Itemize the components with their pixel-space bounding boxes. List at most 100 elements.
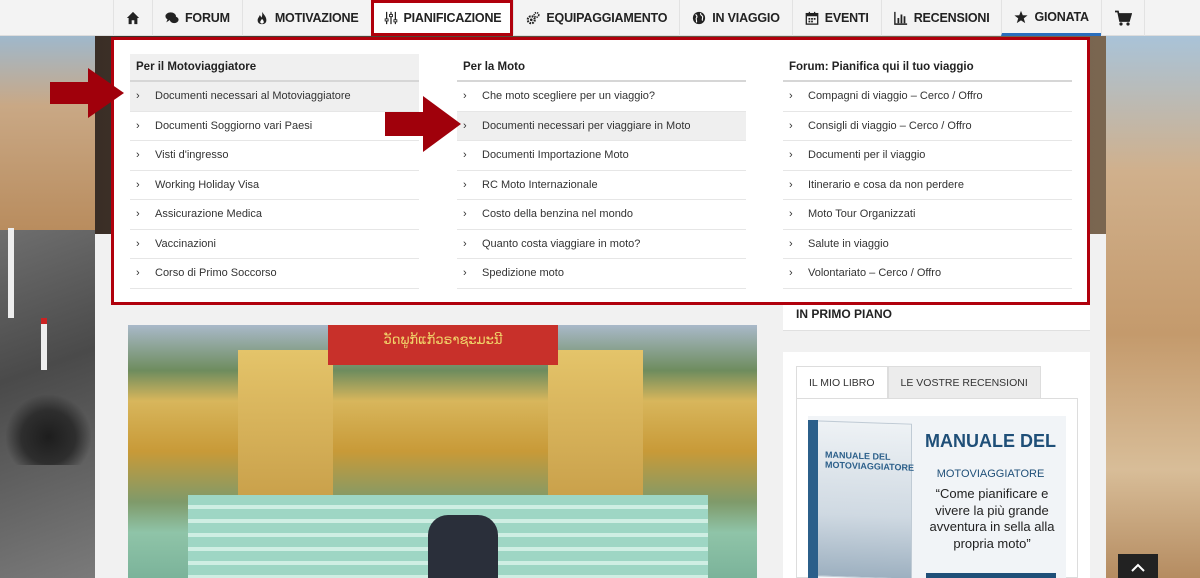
menu-item[interactable]: › Documenti Soggiorno vari Paesi [130, 112, 419, 141]
chevron-right-icon: › [463, 237, 467, 250]
menu-column-motoviaggiatore: Per il Motoviaggiatore › Documenti necess… [130, 54, 419, 289]
menu-item[interactable]: › Corso di Primo Soccorso [130, 259, 419, 289]
nav-pianificazione[interactable]: PIANIFICAZIONE [370, 0, 514, 36]
chevron-right-icon: › [463, 267, 467, 280]
menu-column-title: Per il Motoviaggiatore [130, 54, 419, 82]
background-photo-right [1090, 36, 1200, 578]
book-subtitle: MOTOVIAGGIATORE [936, 468, 1045, 480]
chevron-right-icon: › [136, 119, 140, 132]
nav-gionata[interactable]: GIONATA [1001, 0, 1101, 36]
menu-item[interactable]: › Documenti Importazione Moto [457, 141, 746, 171]
chevron-right-icon: › [463, 119, 467, 132]
main-navigation: FORUM MOTIVAZIONE PIANIFICAZIONE EQUIPAG… [0, 0, 1200, 36]
menu-item[interactable]: › Working Holiday Visa [130, 171, 419, 200]
chevron-right-icon: › [789, 90, 793, 103]
menu-item[interactable]: › Quanto costa viaggiare in moto? [457, 230, 746, 259]
menu-column-moto: Per la Moto › Che moto scegliere per un v… [457, 54, 746, 289]
road-post [8, 228, 14, 318]
nav-label: RECENSIONI [913, 11, 990, 25]
article-image[interactable]: ວັດພູກ້ແກ້ວຣາຊະມະນີ [128, 325, 757, 578]
mega-menu: Per il Motoviaggiatore › Documenti necess… [111, 37, 1090, 305]
menu-item[interactable]: › RC Moto Internazionale [457, 171, 746, 200]
road-post [41, 318, 47, 370]
home-icon [126, 11, 140, 25]
book-banner[interactable]: MANUALE DEL MOTOVIAGGIATORE MANUALE DEL … [808, 416, 1066, 578]
chevron-right-icon: › [136, 267, 140, 280]
back-to-top-button[interactable] [1118, 554, 1158, 578]
menu-item-label: Costo della benzina nel mondo [482, 208, 634, 221]
menu-item[interactable]: › Salute in viaggio [783, 230, 1072, 259]
menu-item-label: Assicurazione Medica [155, 208, 262, 221]
rider-figure [428, 515, 498, 578]
menu-item-label: Working Holiday Visa [155, 178, 260, 191]
chart-icon [893, 11, 907, 25]
menu-item[interactable]: › Documenti per il viaggio [783, 141, 1072, 171]
menu-item-label: Compagni di viaggio – Cerco / Offro [808, 90, 983, 103]
nav-eventi[interactable]: EVENTI [791, 0, 881, 36]
menu-item-label: Salute in viaggio [808, 237, 889, 250]
chevron-right-icon: › [463, 149, 467, 162]
book-title: MANUALE DEL [925, 431, 1056, 451]
menu-item[interactable]: › Che moto scegliere per un viaggio? [457, 82, 746, 112]
menu-item[interactable]: › Assicurazione Medica [130, 200, 419, 230]
menu-item-label: Documenti Importazione Moto [482, 149, 629, 162]
calendar-icon [805, 11, 819, 25]
menu-item-label: RC Moto Internazionale [482, 178, 598, 191]
menu-item[interactable]: › Consigli di viaggio – Cerco / Offro [783, 112, 1072, 141]
menu-item[interactable]: › Documenti necessari al Motoviaggiatore [130, 82, 419, 112]
chevron-right-icon: › [136, 208, 140, 221]
menu-item[interactable]: › Volontariato – Cerco / Offro [783, 259, 1072, 289]
tab-le-vostre-recensioni[interactable]: LE VOSTRE RECENSIONI [887, 366, 1041, 399]
nav-recensioni[interactable]: RECENSIONI [880, 0, 1002, 36]
menu-column-forum: Forum: Pianifica qui il tuo viaggio › Com… [783, 54, 1072, 289]
menu-item[interactable]: › Documenti necessari per viaggiare in Mo… [457, 111, 746, 141]
temple-pillar [548, 350, 643, 500]
nav-bar: FORUM MOTIVAZIONE PIANIFICAZIONE EQUIPAG… [113, 0, 1145, 36]
book-quote: “Come pianificare e vivere la più grande… [929, 486, 1055, 551]
menu-item-label: Moto Tour Organizzati [808, 208, 916, 221]
menu-item-label: Visti d'ingresso [155, 149, 229, 162]
nav-motivazione[interactable]: MOTIVAZIONE [241, 0, 371, 36]
chat-icon [165, 12, 179, 24]
chevron-right-icon: › [789, 237, 793, 250]
menu-item-label: Documenti necessari al Motoviaggiatore [155, 90, 351, 103]
menu-item[interactable]: › Visti d'ingresso [130, 141, 419, 171]
nav-label: FORUM [185, 11, 230, 25]
chevron-right-icon: › [789, 208, 793, 221]
menu-item-label: Documenti necessari per viaggiare in Mot… [482, 119, 691, 132]
menu-item[interactable]: › Costo della benzina nel mondo [457, 200, 746, 230]
chevron-right-icon: › [136, 149, 140, 162]
chevron-right-icon: › [136, 237, 140, 250]
nav-label: EVENTI [824, 11, 869, 25]
nav-cart[interactable] [1100, 0, 1145, 36]
menu-item[interactable]: › Spedizione moto [457, 259, 746, 289]
chevron-right-icon: › [789, 178, 793, 191]
menu-item[interactable]: › Compagni di viaggio – Cerco / Offro [783, 82, 1072, 112]
annotation-arrow-right-icon [385, 96, 461, 152]
chevron-right-icon: › [463, 178, 467, 191]
book-spine [808, 420, 818, 578]
book-cta-button[interactable] [926, 573, 1056, 578]
sliders-icon [384, 11, 397, 25]
book-cover: MANUALE DEL MOTOVIAGGIATORE [814, 420, 914, 578]
menu-item-label: Documenti per il viaggio [808, 149, 926, 162]
nav-forum[interactable]: FORUM [152, 0, 242, 36]
chevron-right-icon: › [463, 90, 467, 103]
nav-equipaggiamento[interactable]: EQUIPAGGIAMENTO [513, 0, 679, 36]
menu-item[interactable]: › Itinerario e cosa da non perdere [783, 171, 1072, 200]
fire-icon [257, 11, 267, 25]
nav-in-viaggio[interactable]: IN VIAGGIO [679, 0, 791, 36]
background-photo-left [0, 36, 95, 236]
nav-label: MOTIVAZIONE [274, 11, 359, 25]
menu-item[interactable]: › Vaccinazioni [130, 230, 419, 259]
annotation-arrow-right-icon [50, 68, 124, 118]
menu-item-label: Che moto scegliere per un viaggio? [482, 90, 656, 103]
nav-home[interactable] [113, 0, 152, 36]
menu-column-title: Per la Moto [457, 54, 746, 82]
nav-label: IN VIAGGIO [712, 11, 780, 25]
tab-il-mio-libro[interactable]: IL MIO LIBRO [796, 366, 888, 399]
menu-item-label: Documenti Soggiorno vari Paesi [155, 119, 313, 132]
chevron-right-icon: › [136, 90, 140, 103]
menu-item[interactable]: › Moto Tour Organizzati [783, 200, 1072, 230]
chevron-right-icon: › [789, 119, 793, 132]
